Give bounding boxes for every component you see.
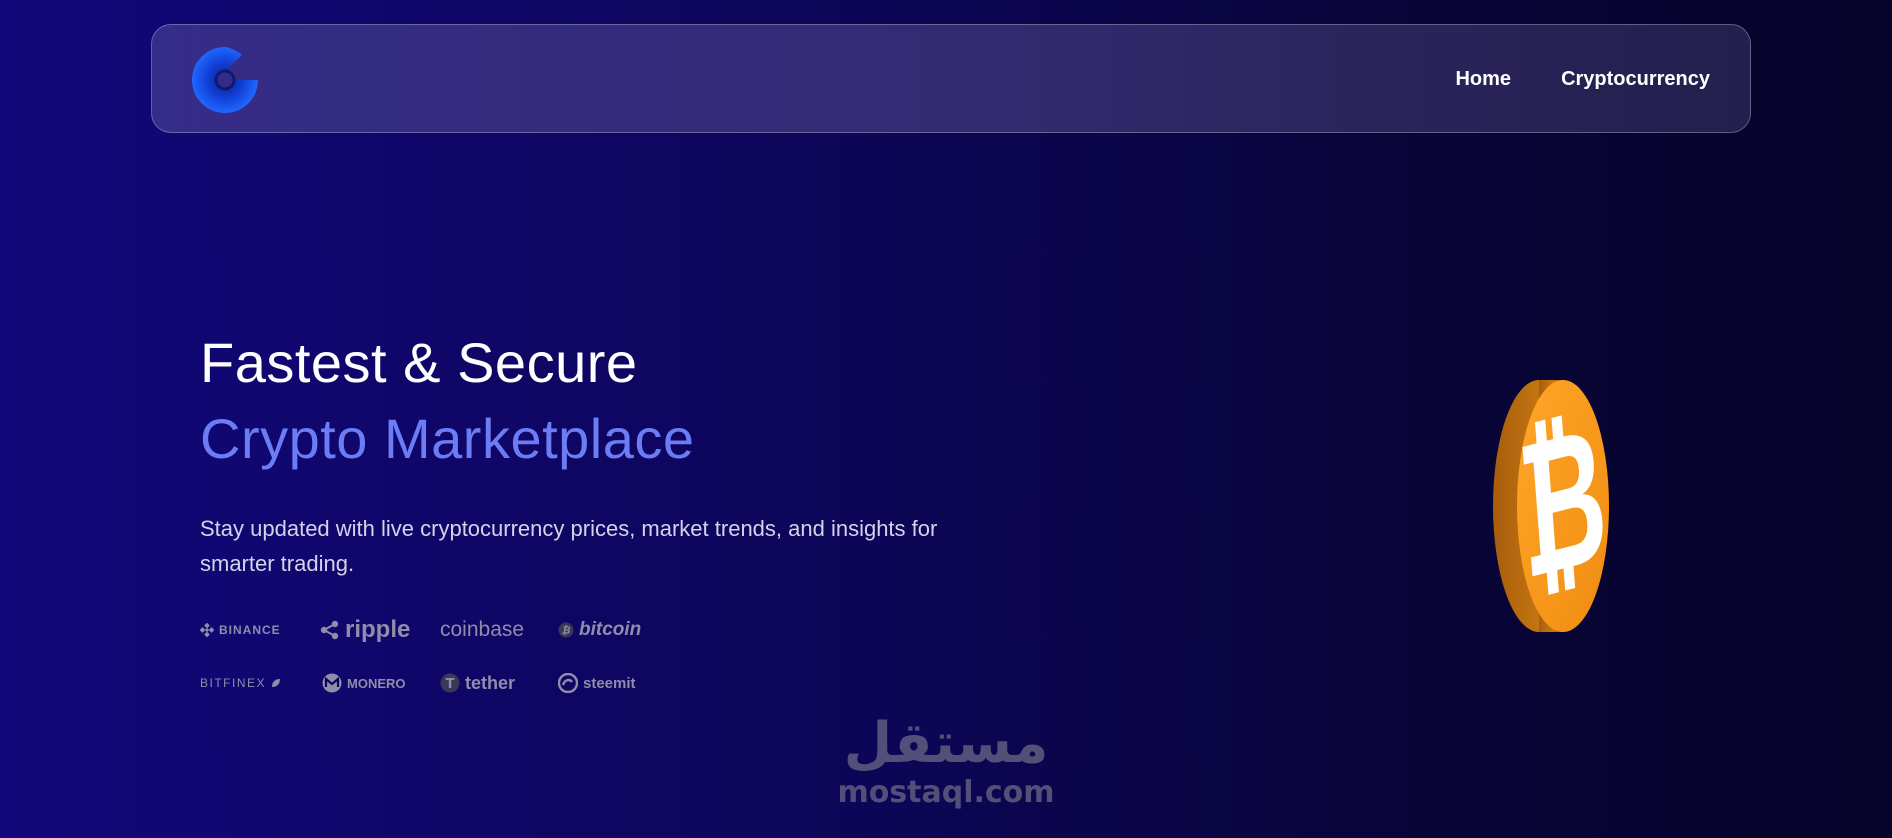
bitfinex-leaf-icon xyxy=(271,678,281,688)
partner-binance-label: BINANCE xyxy=(219,623,281,637)
monero-icon xyxy=(322,673,342,693)
partner-steemit-label: steemit xyxy=(583,674,636,692)
bitcoin-icon: ₿ xyxy=(558,622,574,638)
watermark-arabic-text: مستقل xyxy=(843,711,1049,776)
partner-ripple-label: ripple xyxy=(345,616,411,643)
main-nav: Home Cryptocurrency xyxy=(1455,25,1710,134)
svg-text:₿: ₿ xyxy=(1512,384,1610,624)
brand-logo-icon[interactable] xyxy=(190,45,260,115)
partner-monero: MONERO xyxy=(322,673,440,693)
tether-icon: T xyxy=(440,673,460,693)
partner-coinbase: coinbase xyxy=(440,618,558,642)
svg-text:T: T xyxy=(446,677,455,692)
navbar: Home Cryptocurrency xyxy=(151,24,1751,133)
partner-row-1: BINANCE ripple coinbase ₿ bitcoin xyxy=(200,612,658,648)
partner-binance: BINANCE xyxy=(200,623,320,637)
watermark: مستقل mostaql.com xyxy=(836,712,1056,838)
partner-bitcoin: ₿ bitcoin xyxy=(558,619,658,641)
bitcoin-coin-3d-icon: ₿ xyxy=(1490,378,1613,634)
partner-ripple: ripple xyxy=(320,616,440,644)
partner-monero-label: MONERO xyxy=(347,675,406,691)
ripple-icon xyxy=(320,620,340,640)
steemit-icon xyxy=(558,673,578,693)
partner-bitfinex-label: BITFINEX xyxy=(200,676,267,690)
partner-coinbase-label: coinbase xyxy=(440,618,525,641)
partner-logos: BINANCE ripple coinbase ₿ bitcoin BITFIN… xyxy=(200,612,658,701)
nav-home-link[interactable]: Home xyxy=(1455,68,1511,91)
svg-text:₿: ₿ xyxy=(562,624,571,637)
nav-cryptocurrency-link[interactable]: Cryptocurrency xyxy=(1561,68,1710,91)
hero-section: Fastest & Secure Crypto Marketplace Stay… xyxy=(200,325,940,581)
binance-icon xyxy=(200,623,214,637)
partner-bitfinex: BITFINEX xyxy=(200,676,322,690)
partner-steemit: steemit xyxy=(558,673,658,693)
watermark-latin-text: mostaql.com xyxy=(837,775,1055,810)
partner-row-2: BITFINEX MONERO T tether steemit xyxy=(200,665,658,701)
hero-title-line2: Crypto Marketplace xyxy=(200,407,695,470)
hero-title: Fastest & Secure Crypto Marketplace xyxy=(200,325,940,477)
hero-title-line1: Fastest & Secure xyxy=(200,331,638,394)
hero-description: Stay updated with live cryptocurrency pr… xyxy=(200,516,938,576)
partner-tether: T tether xyxy=(440,673,558,694)
partner-tether-label: tether xyxy=(465,672,516,693)
partner-bitcoin-label: bitcoin xyxy=(579,619,642,640)
